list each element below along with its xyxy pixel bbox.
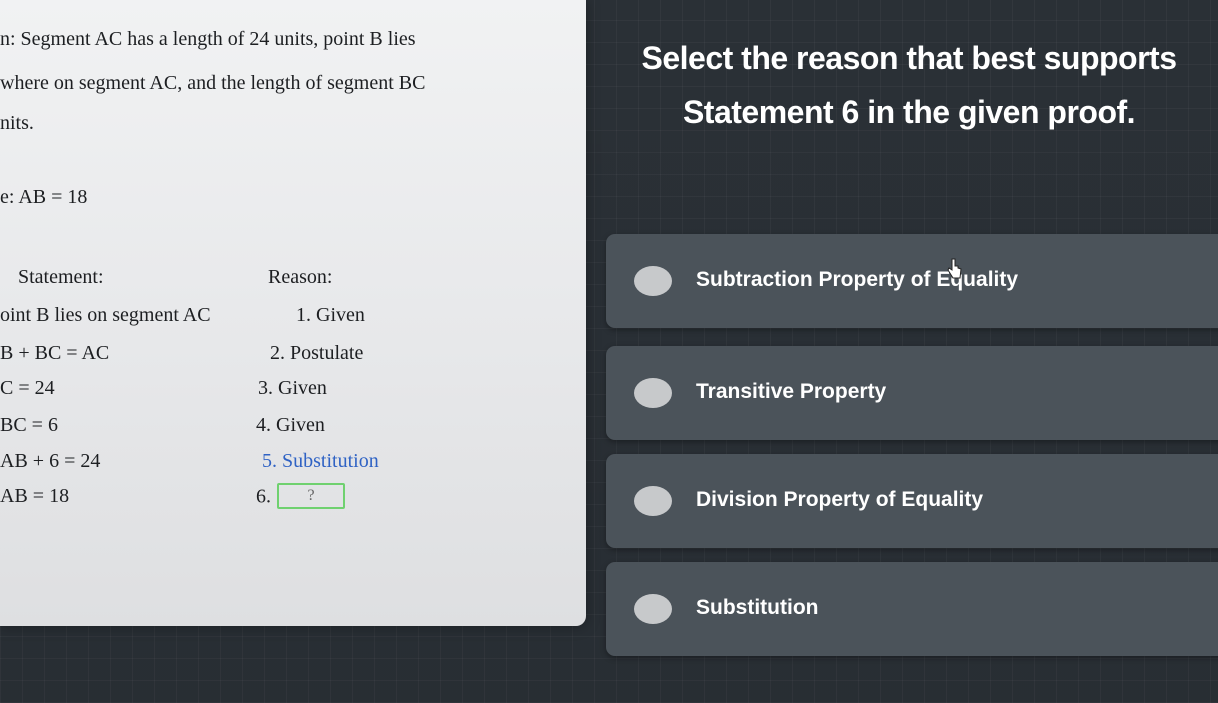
reason-3: 3. Given <box>258 377 327 399</box>
statement-1: oint B lies on segment AC <box>0 304 211 326</box>
question-line-1: Select the reason that best supports <box>641 40 1177 76</box>
statement-6: AB = 18 <box>0 485 70 507</box>
prove-text: e: AB = 18 <box>0 186 88 208</box>
reason-6-number: 6. <box>256 485 271 508</box>
statement-2: B + BC = AC <box>0 342 110 364</box>
option-transitive-property[interactable]: Transitive Property <box>606 346 1218 440</box>
option-label: Transitive Property <box>696 380 887 403</box>
radio-icon[interactable] <box>634 486 672 516</box>
option-label: Subtraction Property of Equality <box>696 268 1019 291</box>
reason-4: 4. Given <box>256 414 325 436</box>
answer-blank-box[interactable]: ? <box>277 483 345 509</box>
reason-2: 2. Postulate <box>270 342 364 364</box>
statement-4: BC = 6 <box>0 414 58 436</box>
reason-header: Reason: <box>268 266 333 288</box>
radio-icon[interactable] <box>634 378 672 408</box>
reason-6: 6.? <box>256 483 345 511</box>
reason-5: 5. Substitution <box>262 450 379 472</box>
reason-1: 1. Given <box>296 304 365 326</box>
given-text-line-3: nits. <box>0 112 34 134</box>
given-text-line-1: n: Segment AC has a length of 24 units, … <box>0 28 416 50</box>
option-subtraction-property[interactable]: Subtraction Property of Equality <box>606 234 1218 328</box>
question-line-2: Statement 6 in the given proof. <box>682 94 1136 130</box>
given-text-line-2: where on segment AC, and the length of s… <box>0 72 426 94</box>
radio-icon[interactable] <box>634 266 672 296</box>
radio-icon[interactable] <box>634 594 672 624</box>
option-division-property[interactable]: Division Property of Equality <box>606 454 1218 548</box>
option-label: Substitution <box>696 596 819 619</box>
statement-header: Statement: <box>18 266 104 288</box>
option-label: Division Property of Equality <box>696 488 984 511</box>
statement-3: C = 24 <box>0 377 55 399</box>
hand-cursor-icon <box>947 258 962 279</box>
option-substitution[interactable]: Substitution <box>606 562 1218 656</box>
statement-5: AB + 6 = 24 <box>0 450 101 472</box>
proof-panel: n: Segment AC has a length of 24 units, … <box>0 0 586 626</box>
